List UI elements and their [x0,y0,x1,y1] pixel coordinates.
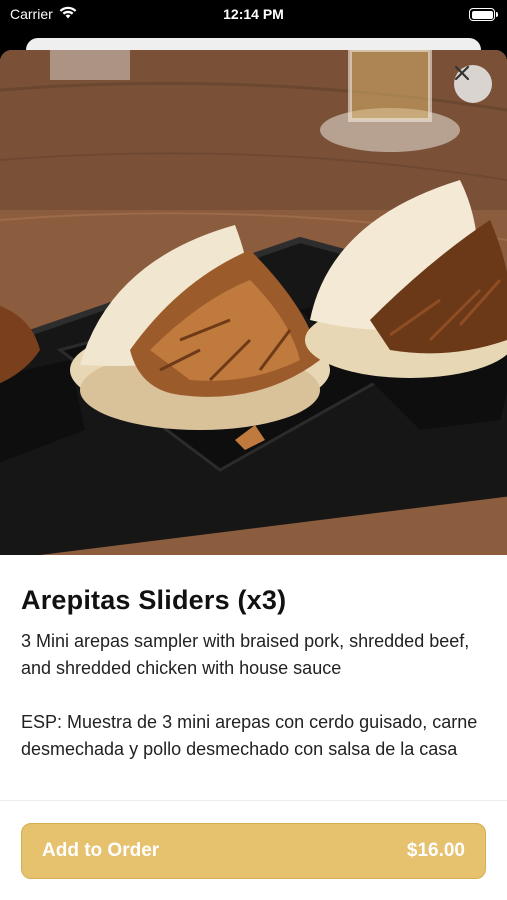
close-button[interactable] [454,65,492,103]
add-to-order-label: Add to Order [42,840,160,861]
price-label: $16.00 [406,840,465,861]
add-to-order-button[interactable]: Add to Order $16.00 [21,823,486,879]
close-icon [454,65,470,81]
item-detail-sheet: Arepitas Sliders (x3) 3 Mini arepas samp… [0,50,507,900]
status-bar: Carrier 12:14 PM [0,0,507,30]
status-time: 12:14 PM [223,6,284,22]
item-photo [0,50,507,555]
order-footer: Add to Order $16.00 [0,800,507,900]
item-title: Arepitas Sliders (x3) [21,585,287,615]
item-info: Arepitas Sliders (x3) 3 Mini arepas samp… [21,585,486,788]
item-description: 3 Mini arepas sampler with braised pork,… [21,631,478,759]
battery-icon [469,8,498,21]
